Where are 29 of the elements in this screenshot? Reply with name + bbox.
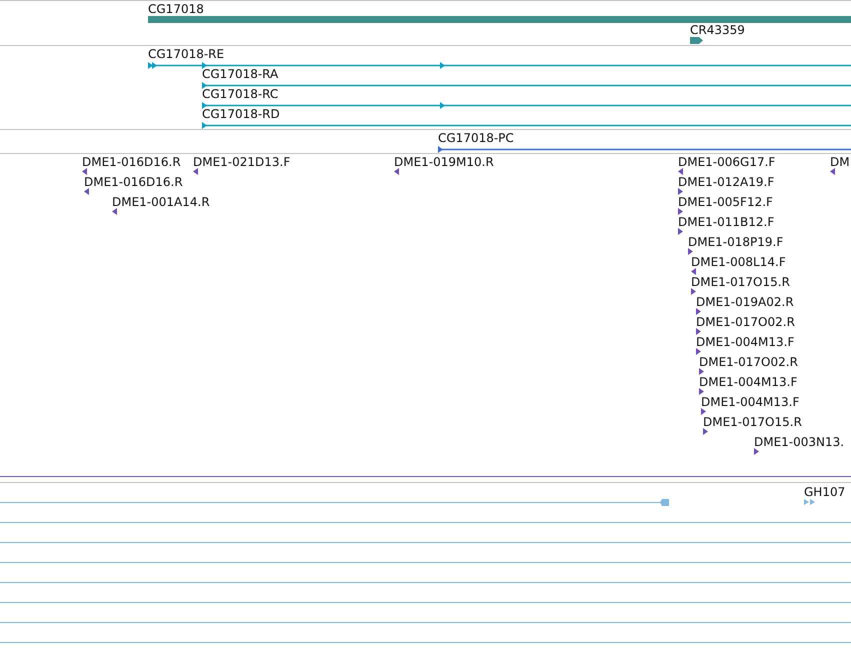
feature-label: CG17018-RC <box>202 87 278 101</box>
feature-label: DME1-017O02.R <box>696 315 795 329</box>
feature-label: DM <box>830 155 850 169</box>
feature-label: DME1-019A02.R <box>696 295 794 309</box>
feature-label: DME1-004M13.F <box>701 395 800 409</box>
feature-label: CG17018-RE <box>148 47 224 61</box>
feature-label: DME1-017O02.R <box>699 355 798 369</box>
feature-label: DME1-004M13.F <box>699 375 798 389</box>
feature-label: GH107 <box>804 485 846 499</box>
feature-label: DME1-017O15.R <box>691 275 790 289</box>
feature-label: DME1-016D16.R <box>84 175 183 189</box>
feature-label: CG17018-RA <box>202 67 278 81</box>
feature-label: DME1-012A19.F <box>678 175 774 189</box>
feature-label: DME1-019M10.R <box>394 155 494 169</box>
feature-label: DME1-017O15.R <box>703 415 802 429</box>
feature-label: DME1-011B12.F <box>678 215 774 229</box>
feature-label: DME1-004M13.F <box>696 335 794 349</box>
feature-label: CR43359 <box>690 23 745 37</box>
feature-label: CG17018 <box>148 2 204 16</box>
feature-label: DME1-005F12.F <box>678 195 773 209</box>
feature-label: DME1-016D16.R <box>82 155 181 169</box>
feature-label: CG17018-RD <box>202 107 280 121</box>
feature-label: DME1-006G17.F <box>678 155 776 169</box>
feature-label: DME1-018P19.F <box>688 235 784 249</box>
feature-label: DME1-008L14.F <box>691 255 786 269</box>
feature-label: DME1-003N13. <box>754 435 844 449</box>
feature-label: CG17018-PC <box>438 131 514 145</box>
feature-label: DME1-001A14.R <box>112 195 210 209</box>
feature-label: DME1-021D13.F <box>193 155 290 169</box>
